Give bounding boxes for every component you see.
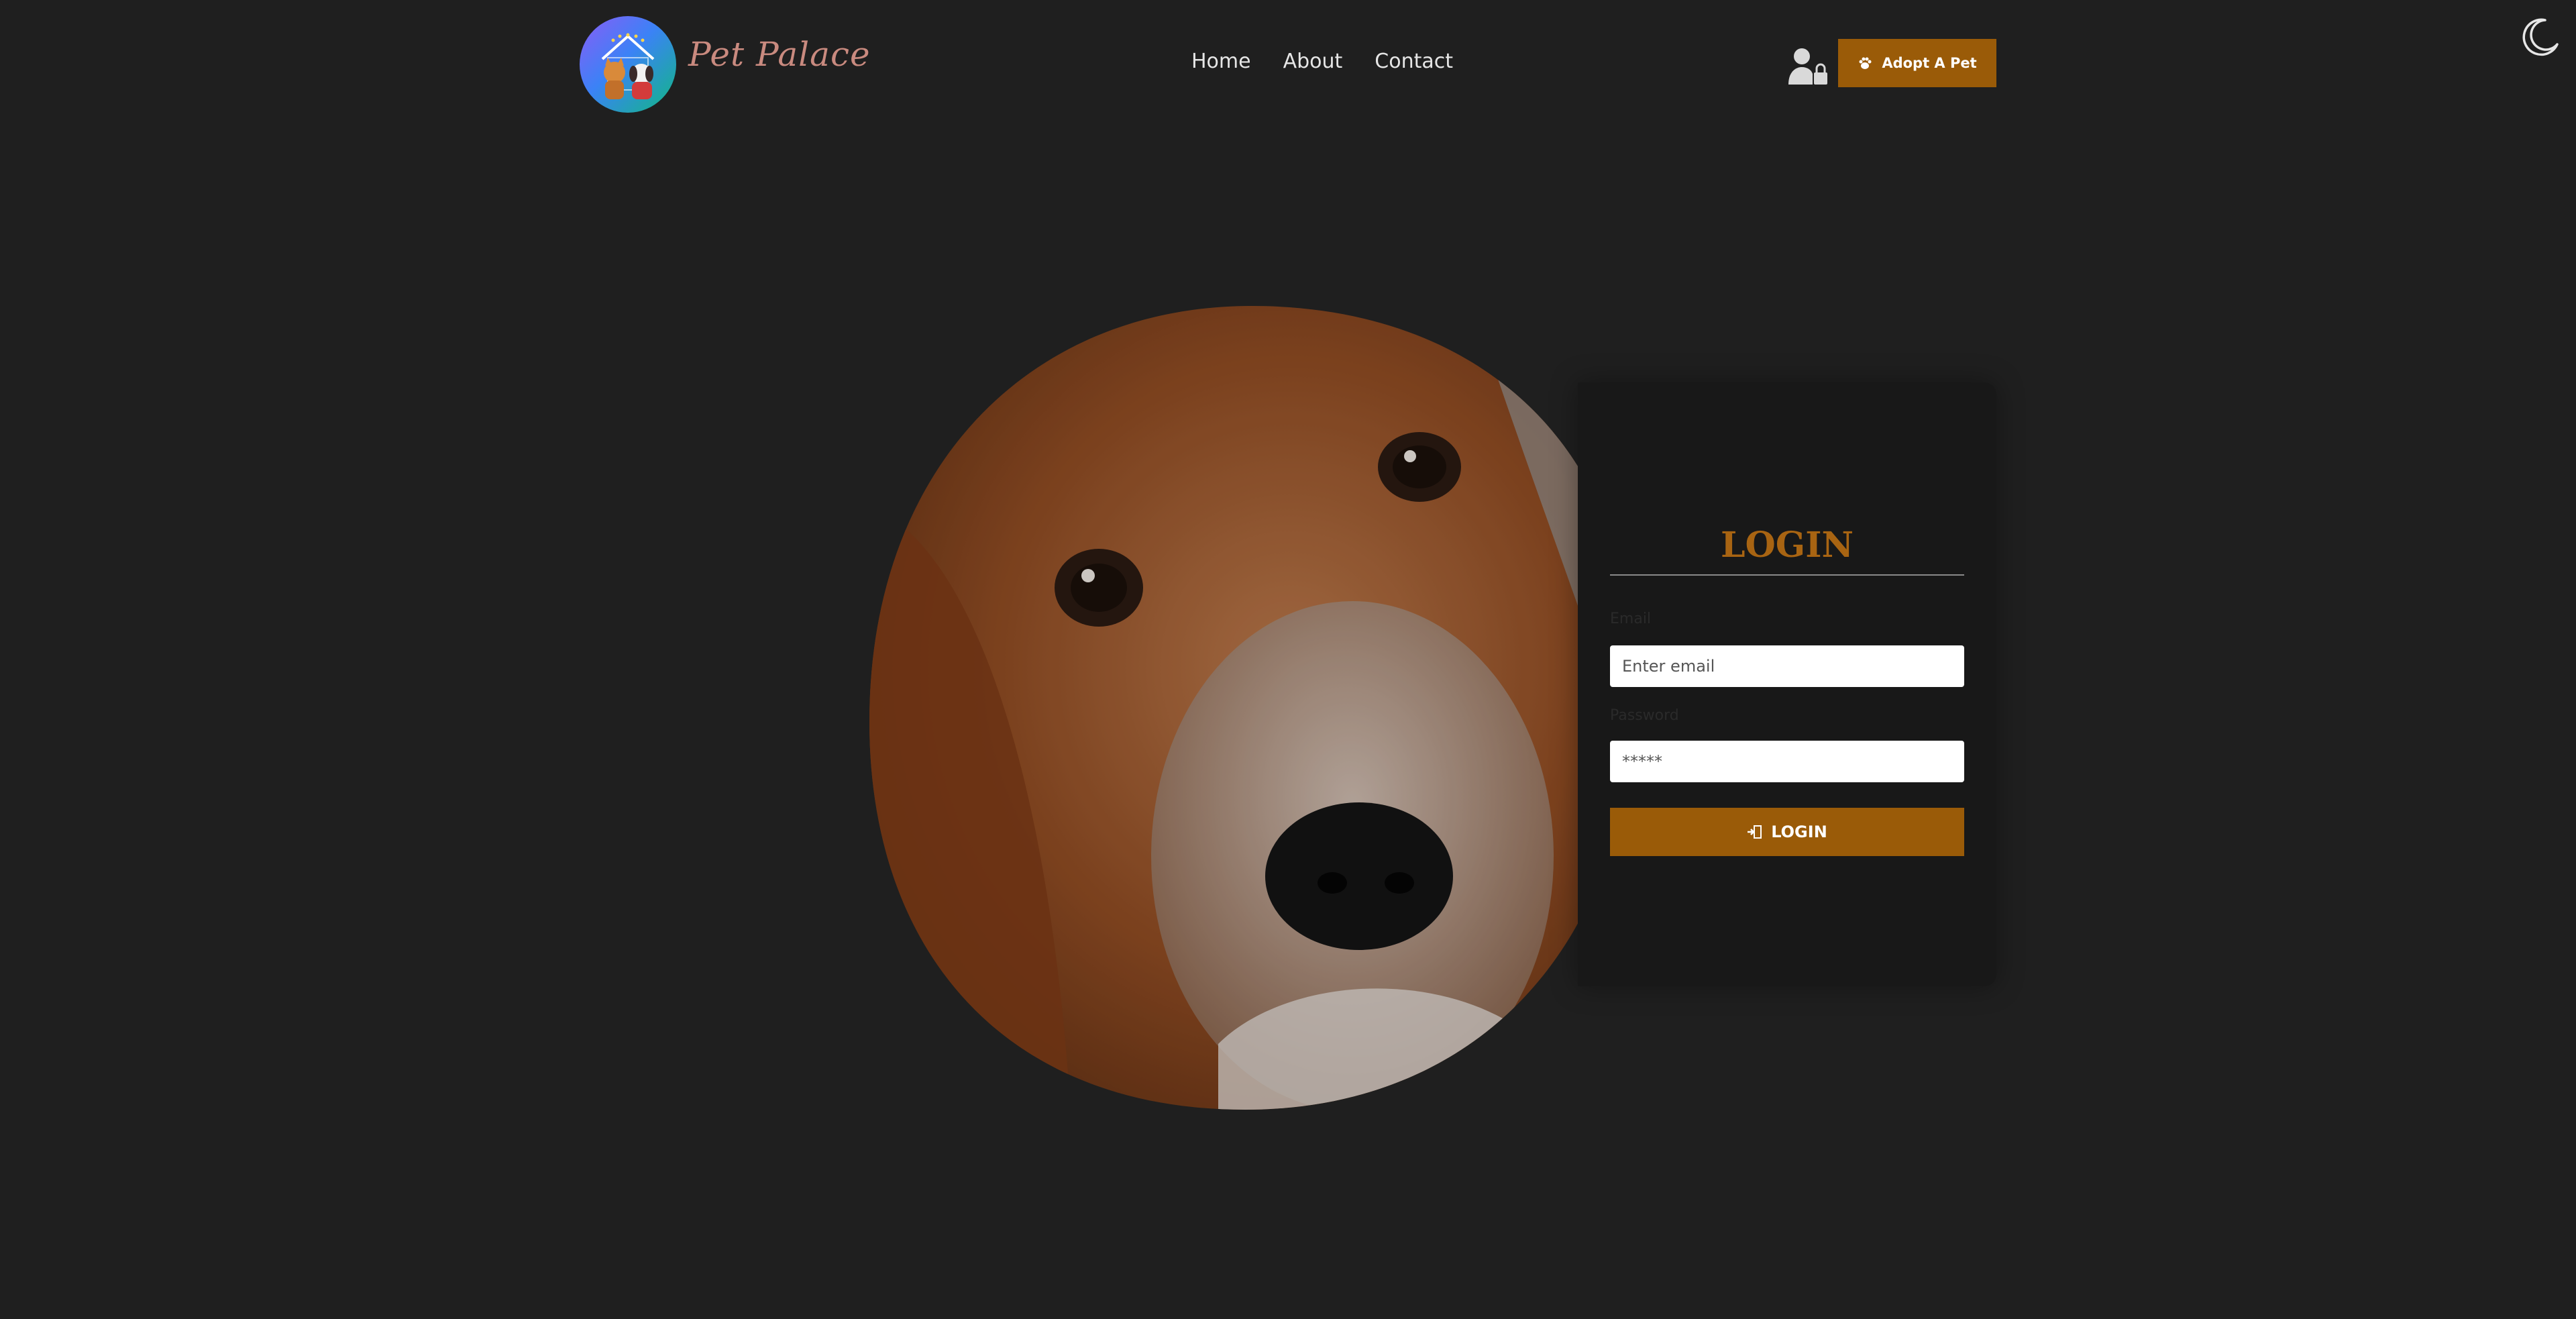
logo-icon[interactable] bbox=[580, 16, 676, 113]
login-page: Pet Palace Home About Contact Adopt A Pe… bbox=[0, 0, 2576, 1319]
paw-icon bbox=[1859, 57, 1872, 69]
door-enter-icon bbox=[1748, 825, 1762, 839]
login-button[interactable]: LOGIN bbox=[1610, 808, 1964, 856]
login-title: LOGIN bbox=[1720, 525, 1854, 566]
brand-name[interactable]: Pet Palace bbox=[688, 35, 871, 74]
nav-about[interactable]: About bbox=[1283, 50, 1343, 73]
adopt-a-pet-button[interactable]: Adopt A Pet bbox=[1838, 39, 1996, 87]
login-button-label: LOGIN bbox=[1771, 823, 1827, 841]
nav-home[interactable]: Home bbox=[1191, 50, 1251, 73]
nav-contact[interactable]: Contact bbox=[1375, 50, 1453, 73]
dog-photo bbox=[869, 306, 1634, 1110]
main-nav: Home About Contact bbox=[1191, 50, 1453, 73]
adopt-button-label: Adopt A Pet bbox=[1882, 55, 1977, 71]
user-lock-icon[interactable] bbox=[1787, 47, 1829, 86]
login-card: LOGIN Email Password LOGIN bbox=[1578, 382, 1996, 986]
password-label: Password bbox=[1610, 707, 1679, 724]
title-divider bbox=[1610, 574, 1964, 576]
email-label: Email bbox=[1610, 611, 1652, 627]
email-field[interactable] bbox=[1610, 645, 1964, 687]
moon-icon[interactable] bbox=[2518, 16, 2560, 58]
password-field[interactable] bbox=[1610, 741, 1964, 782]
